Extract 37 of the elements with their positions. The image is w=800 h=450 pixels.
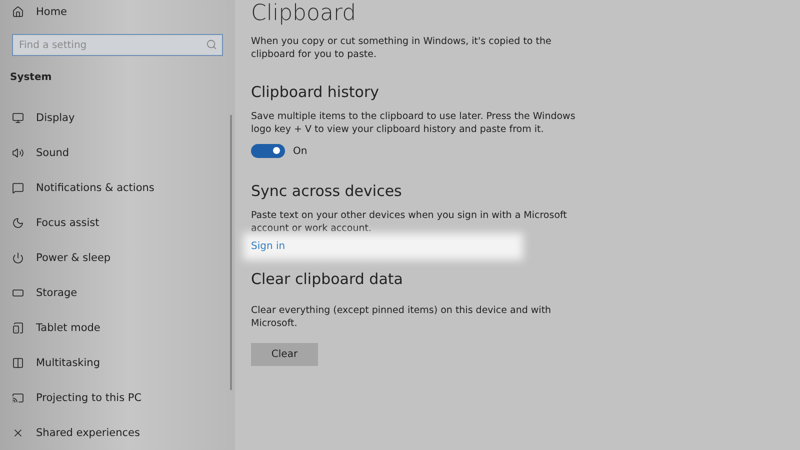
- nav-icon: [12, 357, 24, 369]
- section-heading: System: [10, 72, 53, 83]
- section-heading: Clipboard history: [251, 83, 380, 101]
- nav-icon: [12, 287, 24, 299]
- nav-item[interactable]: Tablet mode: [36, 322, 100, 334]
- nav-item[interactable]: Focus assist: [36, 217, 100, 229]
- section-heading: Sync across devices: [251, 182, 403, 200]
- nav-icon: [12, 392, 24, 404]
- search-field[interactable]: Find a setting: [12, 34, 223, 56]
- nav-item[interactable]: Display: [36, 112, 75, 124]
- home-link[interactable]: Home: [36, 6, 68, 18]
- description: Save multiple items to the clipboard to use later. Press the Windows logo key + V to view your clipboard history and paste from it.: [251, 110, 576, 136]
- nav-item[interactable]: Sound: [36, 147, 70, 159]
- nav-icon: [12, 217, 24, 229]
- home-icon: [12, 6, 24, 18]
- sign-in-link[interactable]: Sign in: [251, 241, 516, 252]
- description: Clear everything (except pinned items) on this device and with Microsoft.: [251, 304, 552, 330]
- clear-button[interactable]: Clear: [251, 343, 318, 366]
- nav-item[interactable]: Shared experiences: [36, 427, 140, 439]
- nav-icon: [12, 112, 24, 124]
- toggle-switch[interactable]: [251, 144, 285, 158]
- nav-item[interactable]: Notifications & actions: [36, 182, 154, 194]
- nav-icon: [12, 147, 24, 159]
- nav-icon: [12, 252, 24, 264]
- section-heading: Clear clipboard data: [251, 270, 404, 288]
- description: When you copy or cut something in Windows, it's copied to the clipboard for you to paste.: [251, 35, 552, 61]
- nav-item[interactable]: Power & sleep: [36, 252, 111, 264]
- nav-icon: [12, 322, 24, 334]
- toggle-label: On: [293, 146, 308, 156]
- page-title: Clipboard: [251, 0, 358, 27]
- nav-item[interactable]: Projecting to this PC: [36, 392, 142, 404]
- description: Paste text on your other devices when you sign in with a Microsoft account or work account.: [251, 209, 568, 235]
- search-icon: [206, 39, 217, 50]
- nav-icon: [12, 427, 24, 439]
- nav-icon: [12, 182, 24, 194]
- nav-item[interactable]: Storage: [36, 287, 78, 299]
- nav-item[interactable]: Multitasking: [36, 357, 100, 369]
